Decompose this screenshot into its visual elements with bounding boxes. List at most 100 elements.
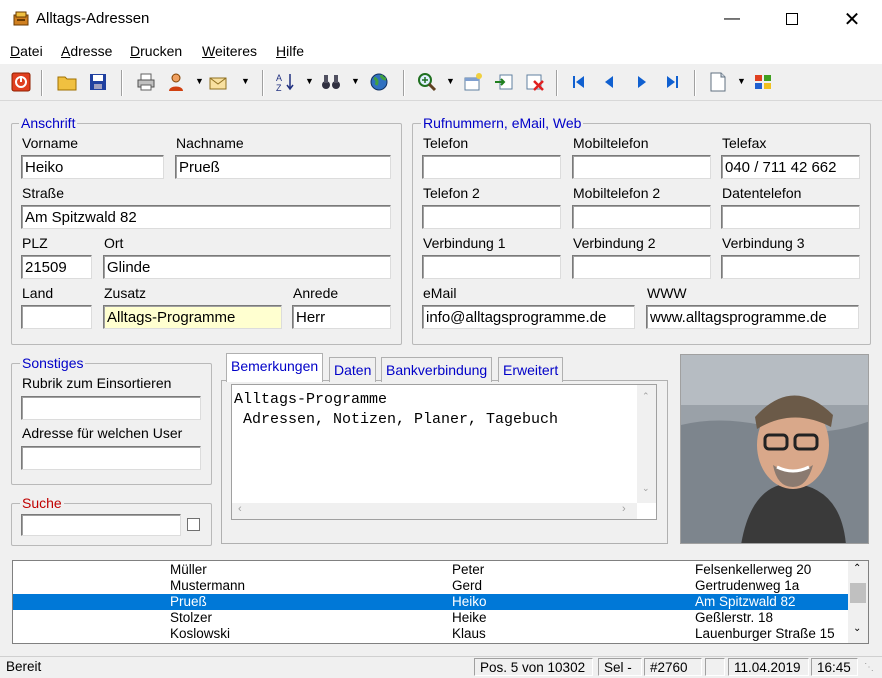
search-binoculars-icon[interactable] [321,72,341,92]
list-row[interactable]: Koslowski Klaus Lauenburger Straße 15 [13,626,849,642]
list-cell-strasse: Gertrudenweg 1a [695,578,800,593]
sort-icon[interactable]: AZ [276,72,296,93]
chevron-down-icon[interactable]: ▼ [351,76,360,86]
chevron-down-icon[interactable]: ▼ [305,76,314,86]
print-icon[interactable] [136,72,156,92]
scroll-down-icon[interactable]: ⌄ [853,623,861,634]
list-scrollbar[interactable]: ⌃ ⌄ [848,561,868,643]
www-field[interactable]: www.alltagsprogramme.de [646,305,859,329]
tab-erweitert[interactable]: Erweitert [498,357,564,382]
zusatz-field[interactable]: Alltags-Programme [103,305,282,329]
list-row[interactable]: Müller Peter Felsenkellerweg 20 [13,562,849,578]
strasse-field[interactable]: Am Spitzwald 82 [21,205,391,229]
chevron-down-icon[interactable]: ▼ [737,76,746,86]
zusatz-label: Zusatz [104,285,147,301]
list-row[interactable]: Prueß Heiko Am Spitzwald 82 [13,594,849,610]
menu-datei[interactable]: Datei [10,43,43,59]
menu-label: ilfe [286,43,305,59]
memo-vertical-scrollbar[interactable]: ⌃ ⌄ [637,385,656,503]
menu-label: rucken [140,43,183,59]
person-icon[interactable] [166,72,186,92]
scroll-left-icon[interactable]: ‹ [238,503,242,515]
menu-accel: W [202,43,215,59]
open-folder-icon[interactable] [57,72,77,92]
email-field[interactable]: info@alltagsprogramme.de [422,305,635,329]
zoom-icon[interactable] [417,72,437,92]
address-list[interactable]: Müller Peter Felsenkellerweg 20 Mustermann G… [12,560,869,644]
anschrift-legend: Anschrift [19,115,78,131]
verbindung1-field[interactable] [422,255,561,279]
import-icon[interactable] [494,72,514,92]
chevron-down-icon[interactable]: ▼ [241,76,250,86]
vorname-field[interactable]: Heiko [21,155,164,179]
close-button[interactable]: ✕ [822,0,882,38]
mobiltelefon-label: Mobiltelefon [573,135,649,151]
list-cell-vorname: Heiko [452,594,487,609]
minimize-button[interactable]: — [702,0,762,38]
plz-field[interactable]: 21509 [21,255,92,279]
verbindung3-field[interactable] [721,255,860,279]
list-cell-strasse: Geßlerstr. 18 [695,610,774,625]
scroll-up-icon[interactable]: ⌃ [642,391,650,402]
contact-photo [680,354,869,544]
list-cell-vorname: Gerd [452,578,483,593]
chevron-down-icon[interactable]: ▼ [195,76,204,86]
mail-icon[interactable] [208,72,228,92]
scroll-thumb[interactable] [850,583,866,603]
scroll-up-icon[interactable]: ⌃ [853,563,861,574]
document-icon[interactable] [708,72,728,92]
datentelefon-field[interactable] [721,205,860,229]
menu-adresse[interactable]: Adresse [61,43,112,59]
maximize-button[interactable] [762,0,822,38]
tab-daten[interactable]: Daten [329,357,377,382]
telefax-field[interactable]: 040 / 711 42 662 [721,155,860,179]
telefon-field[interactable] [422,155,561,179]
list-row[interactable]: Stolzer Heike Geßlerstr. 18 [13,610,849,626]
nachname-field[interactable]: Prueß [175,155,391,179]
suche-legend: Suche [20,495,64,511]
email-label: eMail [423,285,457,301]
mobiltelefon-field[interactable] [572,155,711,179]
next-record-icon[interactable] [631,72,651,92]
plz-label: PLZ [22,235,48,251]
menu-drucken[interactable]: Drucken [130,43,182,59]
user-field[interactable] [21,446,201,470]
list-cell-vorname: Klaus [452,626,486,641]
save-icon[interactable] [88,72,108,92]
anrede-field[interactable]: Herr [292,305,391,329]
tab-bankverbindung[interactable]: Bankverbindung [381,357,493,382]
power-icon[interactable] [11,72,31,92]
list-cell-strasse: Am Spitzwald 82 [695,594,796,609]
list-row[interactable]: Mustermann Gerd Gertrudenweg 1a [13,578,849,594]
search-checkbox[interactable] [187,518,200,531]
chevron-down-icon[interactable]: ▼ [446,76,455,86]
menu-weiteres[interactable]: Weiteres [202,43,257,59]
search-input[interactable] [21,514,181,536]
delete-record-icon[interactable] [525,72,545,92]
verbindung2-field[interactable] [572,255,711,279]
new-record-icon[interactable] [463,72,483,92]
tab-bemerkungen[interactable]: Bemerkungen [226,353,324,382]
rubrik-field[interactable] [21,396,201,420]
list-cell-name: Koslowski [170,626,231,641]
land-field[interactable] [21,305,92,329]
status-empty [705,658,725,676]
previous-record-icon[interactable] [600,72,620,92]
svg-text:Z: Z [276,83,282,92]
toolbar-separator [262,70,264,96]
resize-grip-icon[interactable]: ⋱ [864,662,874,673]
telefon2-field[interactable] [422,205,561,229]
first-record-icon[interactable] [569,72,589,92]
scroll-down-icon[interactable]: ⌄ [642,483,650,494]
mobiltelefon2-field[interactable] [572,205,711,229]
windows-icon[interactable] [753,72,773,92]
scroll-right-icon[interactable]: › [622,503,626,515]
app-icon [12,10,30,28]
menu-hilfe[interactable]: Hilfe [276,43,304,59]
last-record-icon[interactable] [662,72,682,92]
ort-field[interactable]: Glinde [103,255,391,279]
window-title: Alltags-Adressen [36,10,150,27]
memo-text: Alltags-Programme Adressen, Notizen, Pla… [234,391,559,428]
globe-icon[interactable] [369,72,389,92]
memo-horizontal-scrollbar[interactable]: ‹ › [232,503,637,519]
